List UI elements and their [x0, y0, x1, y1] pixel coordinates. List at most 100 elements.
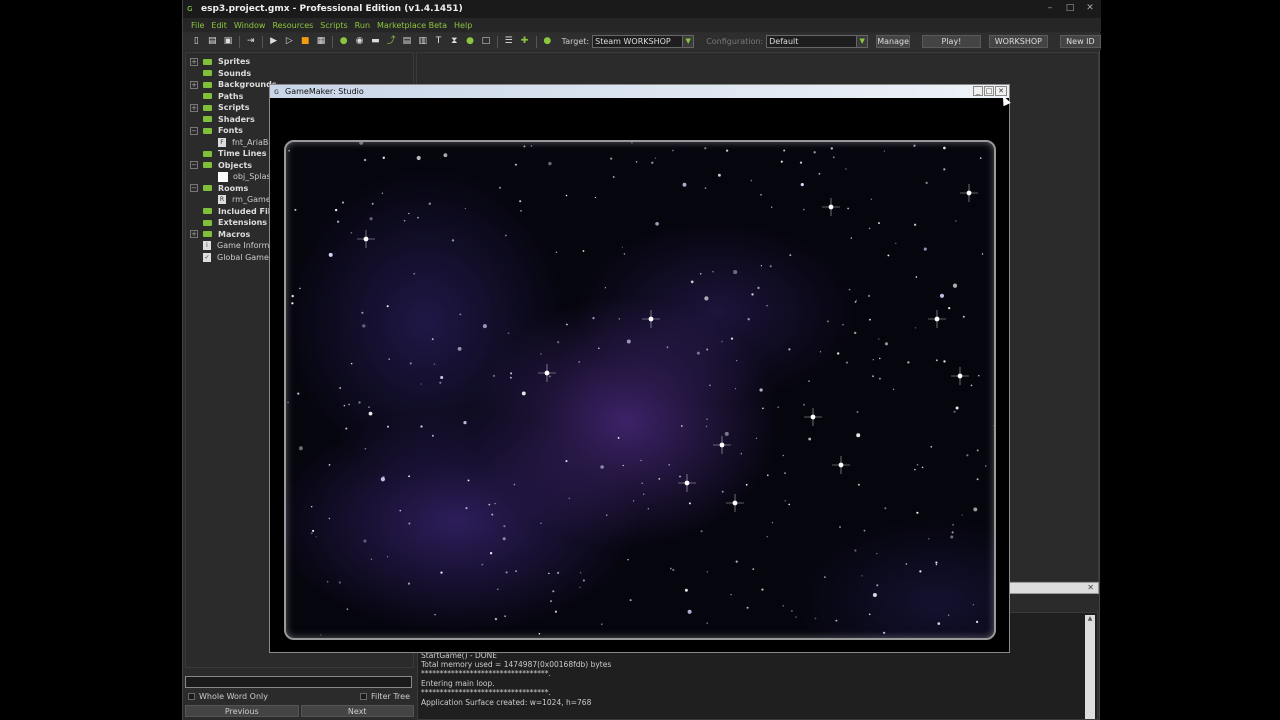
create-executable-icon[interactable]: ▦	[316, 36, 327, 47]
star	[733, 270, 738, 275]
tree-item-global-game-settings[interactable]: ✓ Global Game Se	[190, 252, 281, 264]
folder-icon	[203, 231, 212, 238]
maximize-button[interactable]: □	[984, 86, 994, 96]
search-input[interactable]	[185, 676, 412, 688]
expand-icon[interactable]: +	[190, 80, 198, 89]
new-id-button[interactable]: New ID	[1059, 35, 1102, 48]
star	[345, 427, 348, 430]
tree-item-included-files[interactable]: Included File	[190, 206, 281, 218]
scroll-up-icon[interactable]: ▲	[1085, 615, 1095, 622]
tree-item-sprites[interactable]: + Sprites	[190, 56, 281, 68]
menu-run[interactable]: Run	[355, 21, 370, 30]
save-icon[interactable]: ▣	[223, 36, 234, 47]
menu-resources[interactable]: Resources	[272, 21, 313, 30]
tree-item-object-child[interactable]: obj_Splash	[190, 171, 281, 183]
tree-item-paths[interactable]: Paths	[190, 91, 281, 103]
add-path-icon[interactable]: ⤴	[386, 36, 397, 47]
menu-scripts[interactable]: Scripts	[320, 21, 347, 30]
expand-icon[interactable]: +	[190, 230, 198, 239]
add-room-icon[interactable]: □	[481, 36, 492, 47]
next-button[interactable]: Next	[300, 705, 414, 717]
toolbar-separator	[497, 35, 499, 48]
add-sound-icon[interactable]: ◉	[354, 36, 365, 47]
star	[845, 168, 847, 170]
folder-icon	[203, 208, 212, 215]
tree-item-shaders[interactable]: Shaders	[190, 114, 281, 126]
maximize-button[interactable]: □	[1063, 3, 1077, 13]
minimize-button[interactable]: _	[973, 86, 983, 96]
star	[837, 352, 840, 355]
star	[856, 433, 861, 438]
star	[750, 179, 753, 182]
chevron-down-icon[interactable]: ▼	[682, 36, 694, 47]
expand-icon[interactable]: +	[190, 103, 198, 112]
tree-item-rooms[interactable]: − Rooms	[190, 183, 281, 195]
bright-star	[357, 230, 375, 248]
whole-word-checkbox[interactable]	[188, 692, 195, 700]
star	[519, 200, 522, 203]
manage-button[interactable]: Manage	[876, 35, 910, 48]
tree-item-extensions[interactable]: Extensions	[190, 217, 281, 229]
menu-file[interactable]: File	[191, 21, 204, 30]
chevron-down-icon[interactable]: ▼	[856, 36, 868, 47]
star	[368, 411, 373, 416]
game-settings-icon[interactable]: ☰	[503, 36, 514, 47]
settings-file-icon: ✓	[203, 252, 211, 262]
expand-icon[interactable]: +	[190, 57, 198, 66]
run-icon[interactable]: ▶	[268, 36, 279, 47]
configuration-select[interactable]: Default ▼	[766, 35, 869, 48]
tree-item-time-lines[interactable]: Time Lines	[190, 148, 281, 160]
tree-item-backgrounds[interactable]: + Backgrounds	[190, 79, 281, 91]
tree-item-sounds[interactable]: Sounds	[190, 68, 281, 80]
menu-edit[interactable]: Edit	[211, 21, 227, 30]
menu-window[interactable]: Window	[234, 21, 266, 30]
close-icon[interactable]: ✕	[1087, 583, 1094, 592]
star	[954, 220, 957, 222]
filter-tree-checkbox[interactable]	[359, 692, 367, 700]
tree-item-fonts[interactable]: − Fonts	[190, 125, 281, 137]
star	[540, 522, 542, 524]
add-timeline-icon[interactable]: ⧗	[449, 36, 460, 47]
star	[706, 418, 708, 420]
star	[769, 265, 772, 268]
star	[555, 251, 558, 253]
debug-run-icon[interactable]: ▷	[284, 36, 295, 47]
add-sprite-icon[interactable]: ●	[338, 36, 349, 47]
add-script-icon[interactable]: ▤	[402, 36, 413, 47]
star	[672, 149, 674, 152]
output-scrollbar[interactable]: ▲	[1085, 615, 1095, 719]
extensions-icon[interactable]: ✚	[519, 36, 530, 47]
help-icon[interactable]: ●	[542, 36, 553, 47]
minimize-button[interactable]: –	[1043, 3, 1057, 13]
collapse-icon[interactable]: −	[190, 126, 198, 135]
bright-star	[713, 436, 731, 454]
previous-button[interactable]: Previous	[185, 705, 299, 717]
add-shader-icon[interactable]: ▥	[417, 36, 428, 47]
tree-item-game-information[interactable]: i Game Informati	[190, 240, 281, 252]
stop-icon[interactable]: ■	[300, 36, 311, 47]
tree-item-macros[interactable]: + Macros	[190, 229, 281, 241]
tree-item-font-child[interactable]: Ffnt_AriaBla	[190, 137, 281, 149]
add-object-icon[interactable]: ●	[465, 36, 476, 47]
star	[408, 212, 410, 215]
collapse-icon[interactable]: −	[190, 161, 198, 170]
workshop-button[interactable]: WORKSHOP	[988, 35, 1048, 48]
window-controls: – □ ✕	[1043, 3, 1097, 13]
target-select[interactable]: Steam WORKSHOP ▼	[592, 35, 695, 48]
close-button[interactable]: ✕	[1083, 3, 1097, 13]
menu-help[interactable]: Help	[454, 21, 472, 30]
open-file-icon[interactable]: ▤	[207, 36, 218, 47]
star	[592, 316, 595, 320]
room-file-icon: R	[218, 195, 226, 205]
collapse-icon[interactable]: −	[190, 184, 198, 193]
tree-item-objects[interactable]: − Objects	[190, 160, 281, 172]
menu-marketplace[interactable]: Marketplace Beta	[377, 21, 447, 30]
add-background-icon[interactable]: ▬	[370, 36, 381, 47]
play-button[interactable]: Play!	[922, 35, 981, 48]
star	[855, 299, 857, 301]
tree-item-room-child[interactable]: Rrm_Game	[190, 194, 281, 206]
export-icon[interactable]: ⇥	[245, 36, 256, 47]
new-file-icon[interactable]: ▯	[191, 36, 202, 47]
add-font-icon[interactable]: T	[433, 36, 444, 47]
tree-item-scripts[interactable]: + Scripts	[190, 102, 281, 114]
